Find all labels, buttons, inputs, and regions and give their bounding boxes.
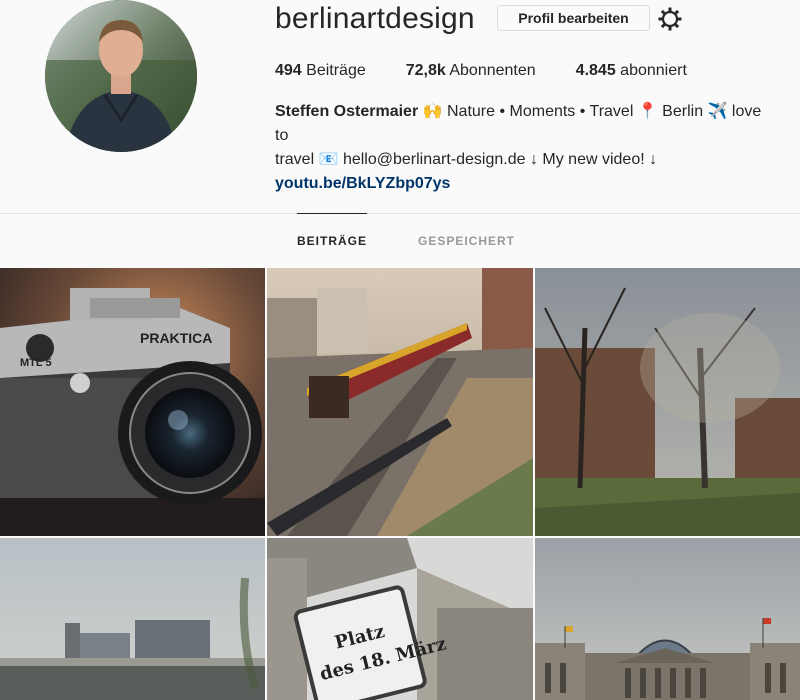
posts-count: 494 Beiträge bbox=[275, 62, 366, 80]
station-photo bbox=[0, 538, 265, 700]
bio-link[interactable]: youtu.be/BkLYZbp07ys bbox=[275, 175, 450, 192]
followers-count[interactable]: 72,8k Abonnenten bbox=[406, 62, 536, 80]
following-count[interactable]: 4.845 abonniert bbox=[576, 62, 687, 80]
posts-count-value: 494 bbox=[275, 62, 302, 79]
profile-bio: Steffen Ostermaier 🙌 Nature • Moments • … bbox=[275, 100, 775, 196]
tab-saved[interactable]: GESPEICHERT bbox=[418, 213, 515, 268]
camera-photo: PRAKTICA MTL 5 bbox=[0, 268, 265, 536]
following-count-value: 4.845 bbox=[575, 62, 616, 79]
tab-posts[interactable]: BEITRÄGE bbox=[297, 213, 368, 268]
camera-brand-text: PRAKTICA bbox=[140, 330, 212, 346]
profile-stats: 494 Beiträge 72,8k Abonnenten 4.845 abon… bbox=[275, 62, 727, 80]
post-sign[interactable]: Platz des 18. März bbox=[267, 538, 533, 700]
following-count-label: abonniert bbox=[620, 62, 687, 79]
bio-text-line2: travel 📧 hello@berlinart-design.de ↓ My … bbox=[275, 151, 658, 168]
followers-count-label: Abonnenten bbox=[449, 62, 536, 79]
sign-photo: Platz des 18. März bbox=[267, 538, 533, 700]
followers-count-value: 72,8k bbox=[405, 62, 446, 79]
profile-tabs: BEITRÄGE GESPEICHERT bbox=[0, 213, 800, 268]
post-reichstag[interactable] bbox=[535, 538, 800, 700]
posts-count-label: Beiträge bbox=[306, 62, 366, 79]
train-photo bbox=[267, 268, 533, 536]
camera-model-text: MTL 5 bbox=[20, 357, 52, 369]
profile-username: berlinartdesign bbox=[275, 2, 475, 35]
post-station[interactable] bbox=[0, 538, 265, 700]
post-camera[interactable]: PRAKTICA MTL 5 bbox=[0, 268, 265, 536]
post-trees[interactable] bbox=[535, 268, 800, 536]
trees-photo bbox=[535, 268, 800, 536]
edit-profile-button[interactable]: Profil bearbeiten bbox=[497, 5, 650, 31]
profile-avatar[interactable] bbox=[45, 0, 197, 152]
reichstag-photo bbox=[535, 538, 800, 700]
bio-full-name: Steffen Ostermaier bbox=[275, 103, 419, 120]
avatar-image bbox=[45, 0, 197, 152]
posts-grid: PRAKTICA MTL 5 Platz des 18. März bbox=[0, 268, 800, 700]
post-train[interactable] bbox=[267, 268, 533, 536]
settings-gear-icon[interactable] bbox=[657, 6, 683, 32]
